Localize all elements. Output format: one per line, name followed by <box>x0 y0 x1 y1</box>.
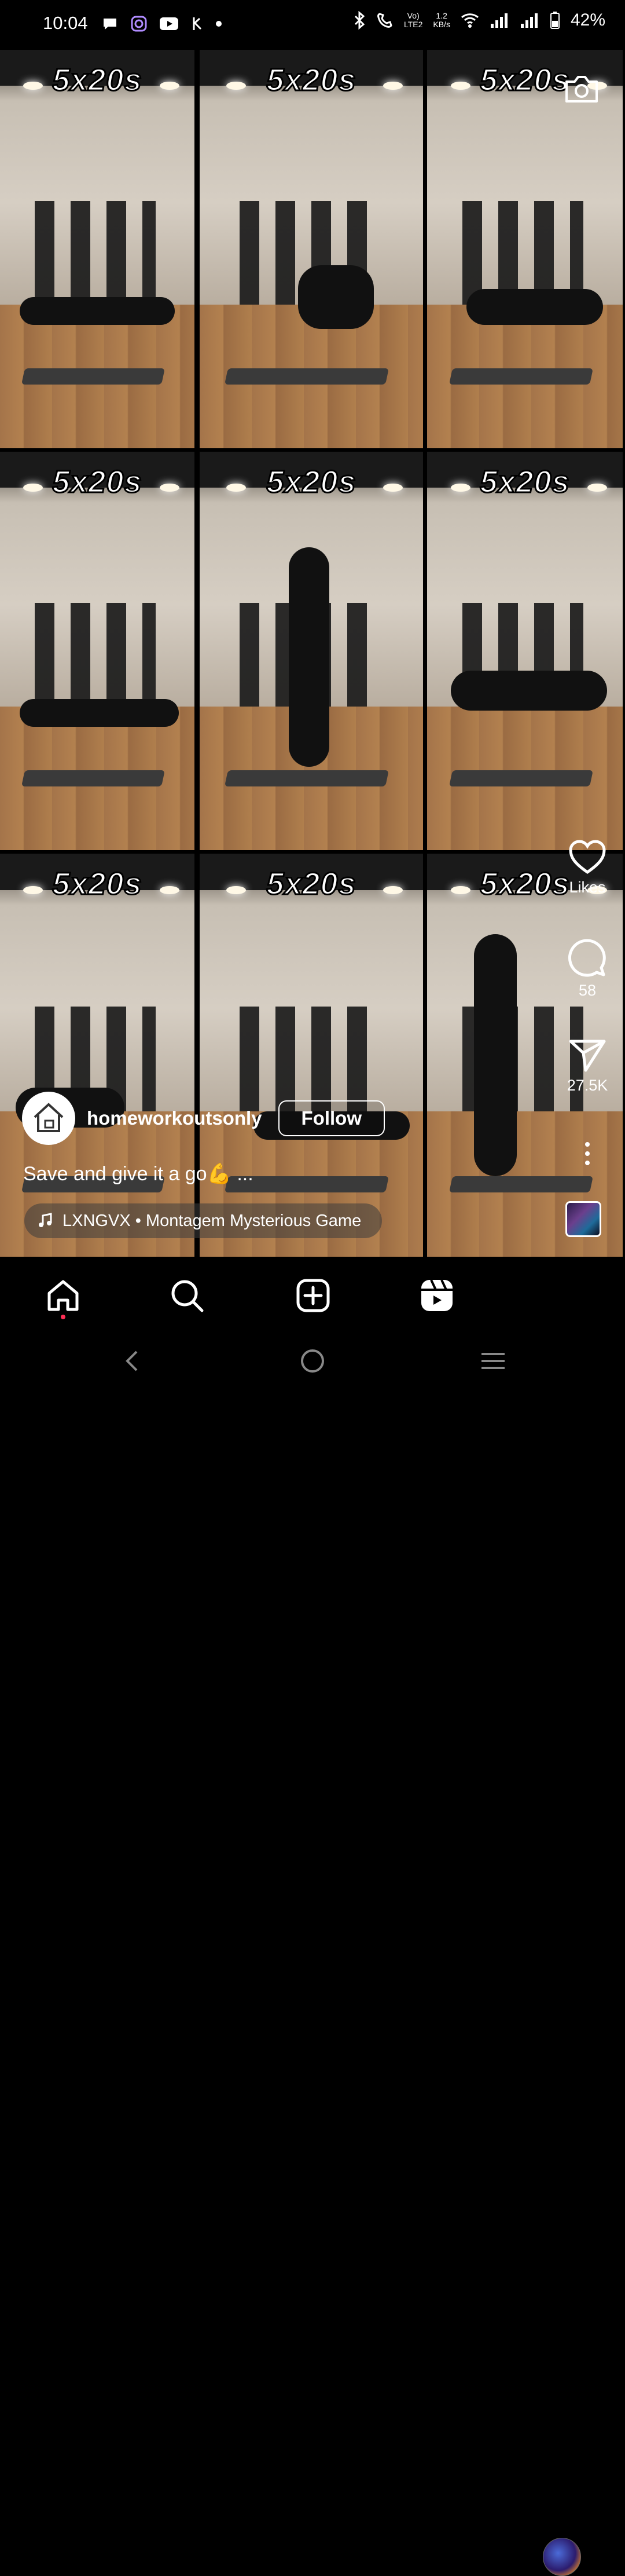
exercise-mat <box>448 368 593 385</box>
overlay-text: 5x20s <box>266 463 356 500</box>
overlay-text: 5x20s <box>52 463 142 500</box>
system-indicators: Vo) LTE2 1.2 KB/s 42% <box>353 10 605 30</box>
likes-label: Likes <box>569 879 606 896</box>
author-row: homeworkoutsonly Follow <box>22 1092 385 1145</box>
call-icon <box>377 13 392 28</box>
comment-action[interactable]: 58 <box>550 938 625 1000</box>
shares-count: 27.5K <box>567 1077 608 1094</box>
bottom-nav <box>0 1260 625 2576</box>
like-action[interactable]: Likes <box>550 840 625 897</box>
video-frame: 5x20s <box>0 452 194 850</box>
person-figure <box>19 698 179 727</box>
network-speed: 1.2 KB/s <box>433 12 450 29</box>
person-figure <box>297 265 374 329</box>
person-figure <box>466 288 604 325</box>
person-figure <box>450 671 607 711</box>
tab-reels[interactable] <box>418 1276 456 1315</box>
home-indicator-dot <box>61 1315 65 1319</box>
network-type: Vo) LTE2 <box>404 12 422 29</box>
more-action[interactable] <box>550 1141 625 1169</box>
exercise-mat <box>225 770 389 786</box>
signal-icon-2 <box>520 13 538 28</box>
overlay-text: 5x20s <box>52 61 142 98</box>
status-bar: 10:04 Vo) LTE2 1.2 KB/s 42% <box>0 0 625 50</box>
audio-thumbnail[interactable] <box>565 1201 601 1237</box>
battery-icon <box>550 12 560 29</box>
signal-icon <box>490 13 508 28</box>
home-logo-icon <box>34 1103 64 1132</box>
speed-unit: KB/s <box>433 20 450 29</box>
comment-icon[interactable] <box>568 938 607 978</box>
video-frame: 5x20s <box>0 50 194 448</box>
video-frame: 5x20s <box>200 452 423 850</box>
overlay-text: 5x20s <box>266 865 356 902</box>
video-frame: 5x20s <box>427 452 623 850</box>
notification-icons <box>101 15 223 32</box>
person-figure <box>19 297 175 325</box>
person-figure <box>289 547 329 767</box>
tab-search[interactable] <box>168 1276 206 1315</box>
phonepe-icon <box>193 17 202 30</box>
speed-value: 1.2 <box>436 11 447 20</box>
share-action[interactable]: 27.5K <box>550 1038 625 1095</box>
camera-icon[interactable] <box>564 74 599 104</box>
overlay-text: 5x20s <box>52 865 142 902</box>
volte-label: Vo) <box>407 11 420 20</box>
comments-count: 58 <box>578 982 597 999</box>
music-text: LXNGVX • Montagem Mysterious Game <box>62 1211 362 1230</box>
reels-icon[interactable] <box>420 1278 454 1313</box>
weight-rack <box>35 201 156 305</box>
author-username[interactable]: homeworkoutsonly <box>87 1107 262 1129</box>
overlay-text: 5x20s <box>479 463 570 500</box>
exercise-mat <box>448 770 593 786</box>
person-figure <box>474 934 517 1176</box>
more-options-icon[interactable] <box>582 1141 593 1166</box>
home-icon[interactable] <box>46 1278 80 1313</box>
share-icon[interactable] <box>568 1038 606 1073</box>
video-frame: 5x20s <box>200 854 423 1257</box>
author-avatar[interactable] <box>22 1092 75 1145</box>
status-time: 10:04 <box>43 13 88 33</box>
reel-video[interactable]: 5x20s 5x20s 5x20s 5x20s 5x20s 5x20s 5x20s 5x20s… <box>0 50 625 1260</box>
tab-profile[interactable] <box>543 2538 581 2576</box>
video-frame: 5x20s <box>0 854 194 1257</box>
reel-caption[interactable]: Save and give it a go💪 ... <box>23 1162 253 1185</box>
timer-icon <box>131 16 147 32</box>
exercise-mat <box>448 1176 593 1192</box>
music-pill[interactable]: LXNGVX • Montagem Mysterious Game <box>24 1203 383 1238</box>
video-frame: 5x20s <box>200 50 423 448</box>
bluetooth-icon <box>354 11 365 30</box>
create-icon[interactable] <box>296 1278 330 1313</box>
exercise-mat <box>225 368 389 385</box>
search-icon[interactable] <box>170 1278 204 1313</box>
exercise-mat <box>21 368 166 385</box>
battery-percent: 42% <box>570 10 605 30</box>
tab-home[interactable] <box>44 1276 82 1315</box>
home-circle-icon[interactable] <box>300 1348 325 1374</box>
recents-icon[interactable] <box>479 1351 507 1371</box>
heart-icon[interactable] <box>568 840 606 874</box>
dot-icon <box>216 21 222 27</box>
video-frame: 5x20s <box>427 50 623 448</box>
exercise-mat <box>21 770 166 786</box>
youtube-icon <box>160 17 178 30</box>
chat-bubble-icon <box>104 19 116 30</box>
music-note-icon <box>39 1213 52 1227</box>
system-nav-bar <box>0 1331 625 1390</box>
follow-button[interactable]: Follow <box>278 1100 385 1136</box>
weight-rack <box>35 603 156 707</box>
tab-create[interactable] <box>294 1276 332 1315</box>
back-icon[interactable] <box>123 1349 140 1373</box>
wifi-icon <box>461 13 479 28</box>
lte-label: LTE2 <box>403 20 423 29</box>
overlay-text: 5x20s <box>266 61 356 98</box>
